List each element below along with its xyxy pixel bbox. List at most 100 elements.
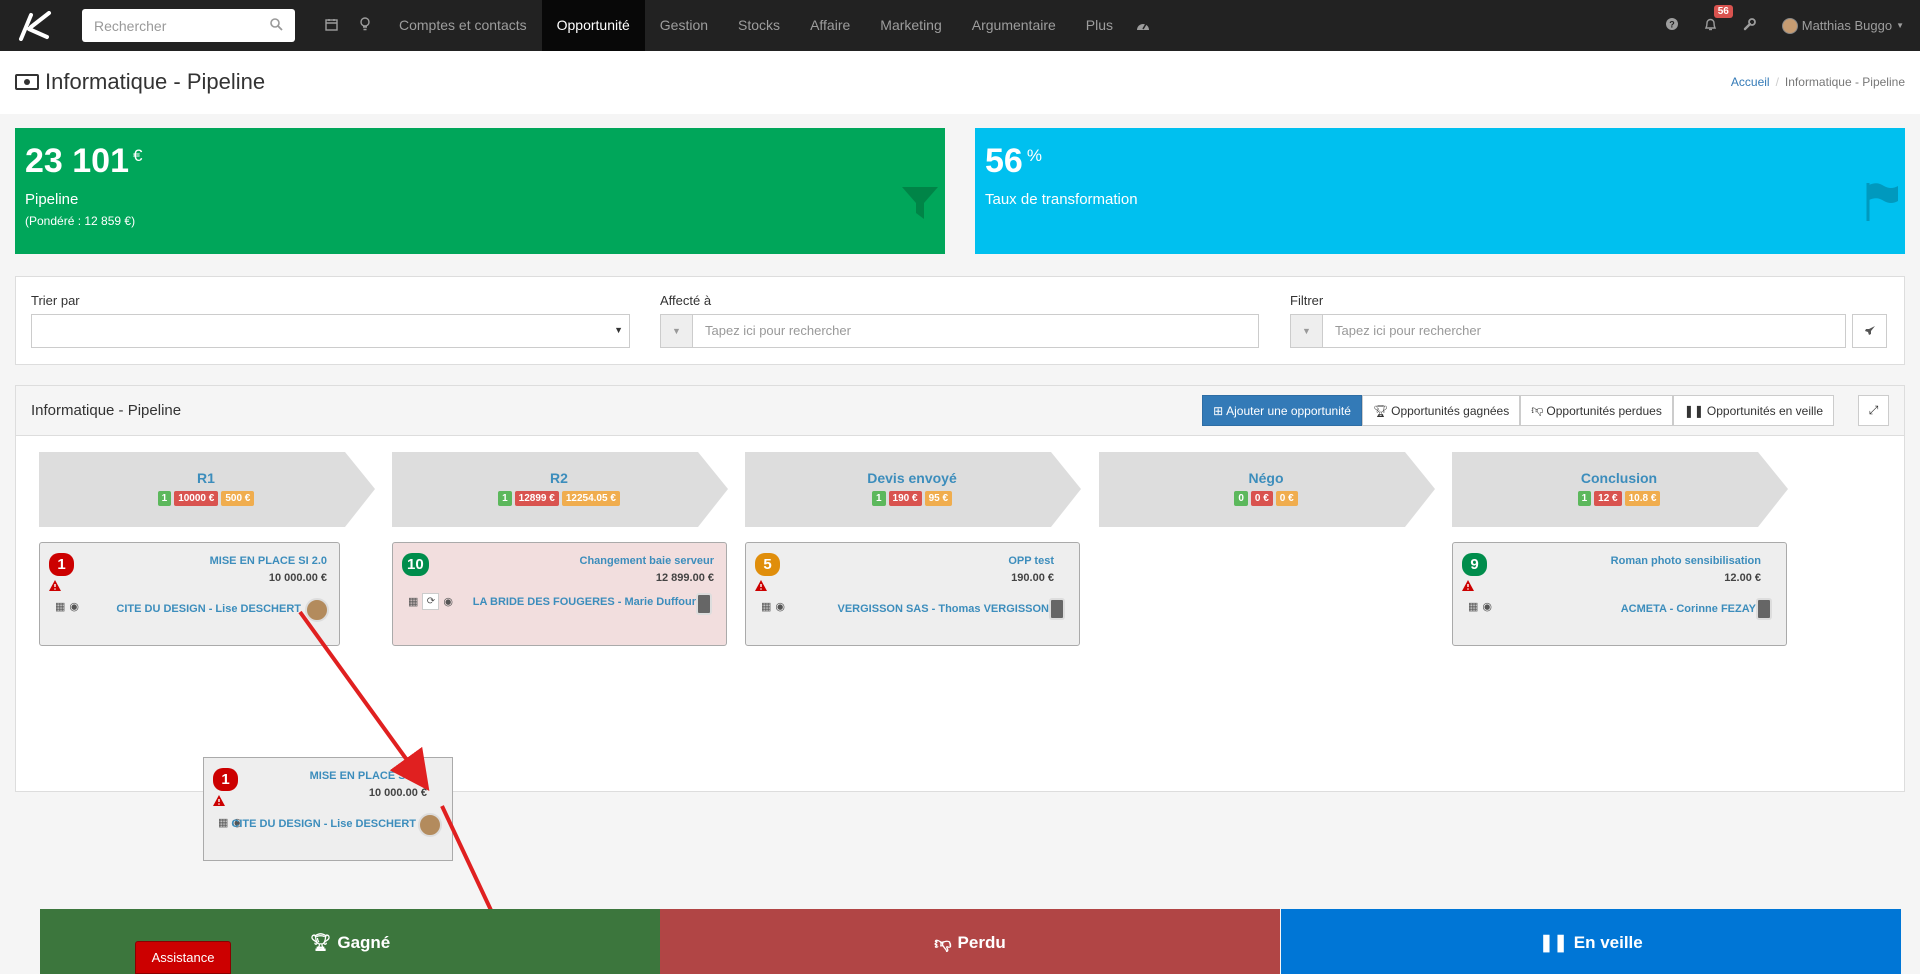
add-opportunity-button[interactable]: ⊞ Ajouter une opportunité (1202, 395, 1362, 426)
filter-dropdown-toggle[interactable]: ▼ (1290, 314, 1323, 348)
thumbs-down-icon: 👎︎ (1531, 403, 1544, 417)
calendar-icon[interactable]: ▦ (55, 600, 65, 613)
page-title-text: Informatique - Pipeline (45, 69, 266, 94)
nav-opportunite[interactable]: Opportunité (541, 0, 645, 51)
opportunity-card[interactable]: 10 Changement baie serveur 12 899.00 € ▦… (392, 542, 727, 646)
filter-panel: Trier par ▼ Affecté à ▼ Tapez ici pour r… (15, 276, 1905, 365)
nav-comptes-contacts[interactable]: Comptes et contacts (384, 0, 542, 51)
nav-plus[interactable]: Plus (1071, 0, 1128, 51)
card-title[interactable]: MISE EN PLACE SI 2.0 (210, 555, 327, 567)
card-contact[interactable]: LA BRIDE DES FOUGERES - Marie Duffour (473, 596, 696, 608)
conversion-unit: % (1026, 146, 1042, 165)
conversion-value: 56% (985, 142, 1042, 180)
wrench-icon[interactable] (1743, 17, 1756, 34)
filter-search-input[interactable]: Tapez ici pour rechercher (1323, 314, 1846, 348)
assigned-search-input[interactable]: Tapez ici pour rechercher (693, 314, 1259, 348)
calendar-icon[interactable]: ▦ (761, 600, 771, 613)
user-menu[interactable]: Matthias Buggo ▼ (1781, 17, 1904, 34)
stage-title: Négo (1248, 470, 1284, 486)
dashboard-icon[interactable] (1136, 18, 1150, 34)
app-logo[interactable] (0, 0, 70, 51)
eye-icon[interactable]: ◉ (1482, 600, 1492, 613)
pipeline-toolbar: ⊞ Ajouter une opportunité 🏆︎ Opportunités … (1202, 395, 1834, 426)
lost-dropzone[interactable]: 👎︎ Perdu (660, 909, 1280, 974)
pipeline-panel-header: Informatique - Pipeline ⊞ Ajouter une opp… (16, 386, 1904, 436)
opportunity-card[interactable]: 9 Roman photo sensibilisation 12.00 € ▦ ◉… (1452, 542, 1787, 646)
card-title[interactable]: OPP test (1008, 555, 1054, 567)
eye-icon[interactable]: ◉ (69, 600, 79, 613)
warning-icon (213, 795, 225, 806)
stage-r1: R1 1 10000 €500 € (39, 452, 375, 527)
search-placeholder: Rechercher (94, 17, 167, 34)
page-header: Informatique - Pipeline Accueil / Informat… (0, 51, 1920, 114)
assigned-dropdown-toggle[interactable]: ▼ (660, 314, 693, 348)
nav-stocks[interactable]: Stocks (723, 0, 795, 51)
card-contact[interactable]: VERGISSON SAS - Thomas VERGISSON (838, 603, 1050, 615)
card-contact[interactable]: CITE DU DESIGN - Lise DESCHERT (116, 603, 301, 615)
stage-nego: Négo 00 €0 € (1099, 452, 1435, 527)
stage-count-badge: 1 (157, 491, 172, 506)
eye-icon[interactable]: ◉ (775, 600, 785, 613)
caret-down-icon: ▼ (614, 325, 623, 335)
trophy-icon: 🏆︎ (1372, 403, 1389, 418)
warning-icon (755, 580, 767, 591)
assigned-group: Affecté à ▼ Tapez ici pour rechercher (660, 293, 1259, 348)
sort-select[interactable]: ▼ (31, 314, 630, 348)
global-search-input[interactable]: Rechercher (82, 9, 295, 42)
card-number-badge: 9 (1462, 553, 1487, 576)
svg-text:?: ? (1669, 20, 1675, 30)
expand-icon: ⤢ (1868, 403, 1879, 417)
opportunity-card[interactable]: 1 MISE EN PLACE SI 2.0 10 000.00 € ▦ ◉ CI… (39, 542, 340, 646)
breadcrumb: Accueil / Informatique - Pipeline (1730, 75, 1905, 89)
lightbulb-icon[interactable] (360, 17, 370, 34)
contact-avatar (418, 813, 442, 837)
card-title[interactable]: Roman photo sensibilisation (1611, 555, 1761, 567)
nav-marketing[interactable]: Marketing (865, 0, 956, 51)
refresh-icon[interactable]: ⟳ (422, 593, 440, 610)
user-name: Matthias Buggo (1801, 18, 1893, 33)
stage-weighted-badge: 95 € (924, 491, 953, 506)
eye-icon[interactable]: ◉ (443, 595, 453, 608)
warning-icon (1462, 580, 1474, 591)
watch-opportunities-button[interactable]: ❚❚ Opportunités en veille (1672, 395, 1834, 426)
won-dropzone[interactable]: 🏆︎ Gagné (40, 909, 660, 974)
lost-opportunities-button[interactable]: 👎︎ Opportunités perdues (1520, 395, 1673, 426)
dragged-opportunity-card[interactable]: 1 MISE EN PLACE SI 2.0 10 000.00 € ▦ ◉ CI… (203, 757, 453, 861)
stage-count-badge: 1 (871, 491, 886, 506)
nav-gestion[interactable]: Gestion (645, 0, 723, 51)
warning-icon (49, 580, 61, 591)
sort-group: Trier par ▼ (31, 293, 630, 348)
search-icon[interactable] (270, 17, 283, 34)
card-title[interactable]: Changement baie serveur (580, 555, 715, 567)
stage-count-badge: 1 (498, 491, 512, 506)
card-title[interactable]: MISE EN PLACE SI 2.0 (310, 770, 427, 782)
plus-square-icon: ⊞ (1213, 403, 1224, 418)
stage-amount-badge: 0 € (1250, 491, 1273, 506)
assigned-label: Affecté à (660, 293, 712, 308)
filter-submit-button[interactable] (1852, 314, 1887, 348)
nav-affaire[interactable]: Affaire (795, 0, 865, 51)
calendar-icon[interactable]: ▦ (218, 816, 228, 829)
main-menu: Comptes et contacts Opportunité Gestion … (384, 0, 1128, 51)
card-contact[interactable]: CITE DU DESIGN - Lise DESCHERT (231, 818, 416, 830)
thumbs-down-icon: 👎︎ (934, 934, 952, 953)
won-opportunities-button[interactable]: 🏆︎ Opportunités gagnées (1361, 395, 1521, 426)
breadcrumb-home[interactable]: Accueil (1731, 75, 1770, 89)
notifications-bell[interactable]: 56 (1704, 5, 1733, 34)
stage-amount-badge: 190 € (888, 491, 922, 506)
user-avatar (1781, 17, 1798, 34)
watch-dropzone[interactable]: ❚❚ En veille (1281, 909, 1901, 974)
calendar-icon[interactable]: ▦ (408, 595, 418, 608)
card-contact[interactable]: ACMETA - Corinne FEZAY (1621, 603, 1756, 615)
expand-button[interactable]: ⤢ (1858, 395, 1889, 426)
opportunity-card[interactable]: 5 OPP test 190.00 € ▦ ◉ VERGISSON SAS - T… (745, 542, 1080, 646)
calendar-icon[interactable] (325, 18, 338, 34)
navbar-right: ? 56 Matthias Buggo ▼ (1665, 0, 1904, 51)
help-icon[interactable]: ? (1665, 18, 1678, 33)
top-navbar: Rechercher Comptes et contacts Opportuni… (0, 0, 1920, 51)
calendar-icon[interactable]: ▦ (1468, 600, 1478, 613)
contact-avatar (696, 593, 712, 615)
assistance-button[interactable]: Assistance (135, 941, 231, 974)
nav-argumentaire[interactable]: Argumentaire (957, 0, 1071, 51)
flag-icon (1865, 181, 1899, 224)
